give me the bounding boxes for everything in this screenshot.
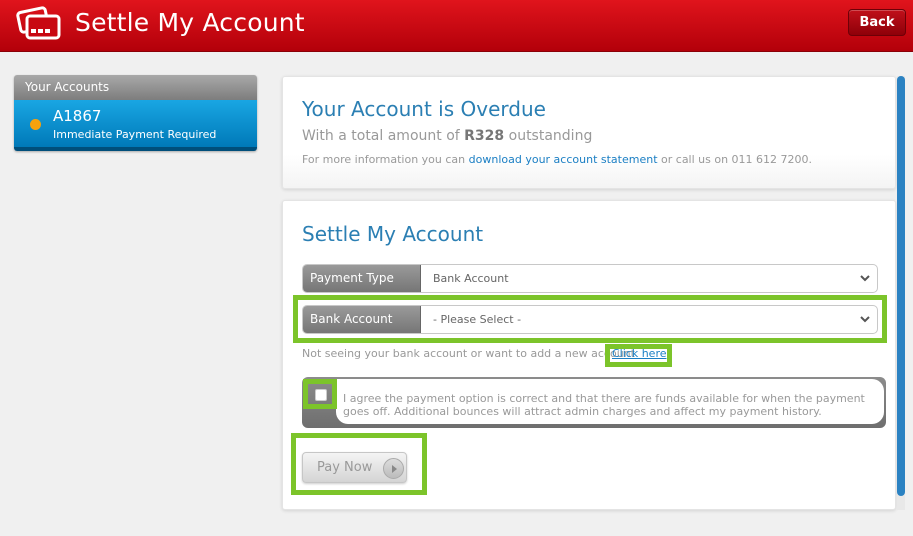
scrollbar-thumb[interactable] xyxy=(897,76,905,496)
agreement-box: I agree the payment option is correct an… xyxy=(302,377,886,428)
overdue-summary-suffix: outstanding xyxy=(508,128,593,144)
overdue-info: For more information you can download yo… xyxy=(302,153,812,166)
settle-title: Settle My Account xyxy=(302,222,484,246)
payment-type-value: Bank Account xyxy=(433,272,509,285)
card-logo-icon xyxy=(16,6,61,40)
click-here-link[interactable]: Click here xyxy=(612,347,667,360)
bank-account-value: - Please Select - xyxy=(433,313,522,326)
accounts-sidebar: Your Accounts A1867 Immediate Payment Re… xyxy=(14,75,257,151)
agreement-text: I agree the payment option is correct an… xyxy=(343,392,865,418)
payment-type-select[interactable]: Payment Type Bank Account xyxy=(302,264,878,293)
settle-panel: Settle My Account Payment Type Bank Acco… xyxy=(282,200,896,510)
pay-now-label: Pay Now xyxy=(317,460,373,475)
chevron-down-icon xyxy=(860,275,870,282)
account-status: Immediate Payment Required xyxy=(53,128,217,141)
outstanding-amount: R328 xyxy=(464,128,505,144)
overdue-title: Your Account is Overdue xyxy=(302,97,546,121)
page-title: Settle My Account xyxy=(75,8,305,37)
sidebar-heading: Your Accounts xyxy=(14,75,257,100)
overdue-summary: With a total amount of R328 outstanding xyxy=(302,128,592,144)
scrollbar[interactable] xyxy=(897,76,905,510)
overdue-summary-prefix: With a total amount of xyxy=(302,128,460,144)
agreement-text-area: I agree the payment option is correct an… xyxy=(336,379,884,424)
account-id: A1867 xyxy=(53,107,102,125)
info-suffix: or call us on 011 612 7200. xyxy=(661,153,813,166)
info-prefix: For more information you can xyxy=(302,153,466,166)
back-button-label: Back xyxy=(859,15,895,30)
play-arrow-icon xyxy=(383,458,404,479)
chevron-down-icon xyxy=(860,316,870,323)
app-header: Settle My Account Back xyxy=(0,0,913,52)
bank-hint-text: Not seeing your bank account or want to … xyxy=(302,347,635,360)
pay-now-button[interactable]: Pay Now xyxy=(302,452,407,483)
checkbox-highlight xyxy=(303,379,337,409)
sidebar-account-item[interactable]: A1867 Immediate Payment Required xyxy=(14,100,257,151)
status-dot-icon xyxy=(30,119,41,130)
payment-type-label: Payment Type xyxy=(303,265,421,292)
back-button[interactable]: Back xyxy=(848,9,906,36)
bank-account-label: Bank Account xyxy=(303,306,421,333)
download-statement-link[interactable]: download your account statement xyxy=(469,153,658,166)
overdue-panel: Your Account is Overdue With a total amo… xyxy=(282,76,896,189)
bank-account-select[interactable]: Bank Account - Please Select - xyxy=(302,305,878,334)
